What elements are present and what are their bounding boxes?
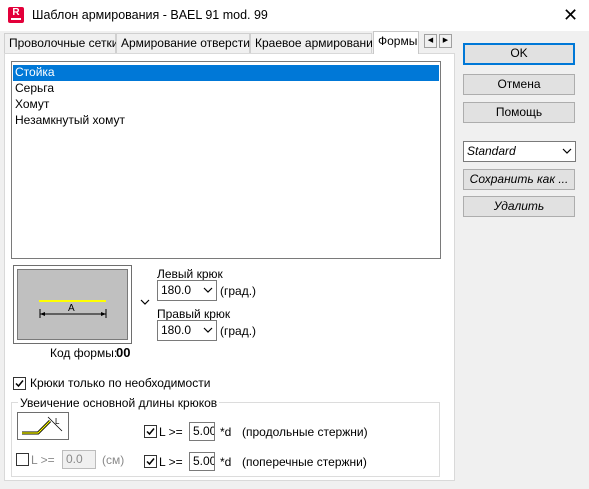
longitudinal-suffix: *d (220, 425, 232, 439)
hooks-only-if-needed-checkbox[interactable] (13, 377, 26, 390)
fixed-length-unit: (см) (102, 453, 125, 467)
close-icon[interactable]: ✕ (552, 0, 589, 31)
fixed-length-checkbox[interactable] (16, 453, 29, 466)
chevron-down-icon (203, 287, 213, 293)
tab-scroll-right-icon[interactable]: ▶ (439, 34, 452, 48)
template-select[interactable]: Standard (463, 141, 576, 162)
longitudinal-factor-input[interactable]: 5.00 (189, 422, 215, 441)
svg-text:L: L (55, 417, 60, 426)
hook-image: L (17, 412, 69, 440)
hooks-only-if-needed-label: Крюки только по необходимости (30, 376, 211, 390)
left-hook-select[interactable]: 180.0 (157, 280, 217, 301)
left-hook-unit: (град.) (220, 284, 257, 298)
chevron-down-icon[interactable] (140, 297, 150, 309)
save-as-button[interactable]: Сохранить как ... (463, 169, 575, 190)
left-hook-label: Левый крюк (157, 267, 223, 281)
transverse-factor-input[interactable]: 5.00 (189, 452, 215, 471)
right-hook-label: Правый крюк (157, 307, 231, 321)
shape-code-value: 00 (116, 345, 131, 360)
hook-extension-group-title: Увеичение основной длины крюков (18, 396, 220, 410)
chevron-down-icon (203, 327, 213, 333)
transverse-desc: (поперечные стержни) (242, 455, 367, 469)
longitudinal-desc: (продольные стержни) (242, 425, 368, 439)
delete-button[interactable]: Удалить (463, 196, 575, 217)
list-item[interactable]: Стойка (13, 65, 439, 81)
list-item[interactable]: Хомут (13, 97, 439, 113)
transverse-label: L >= (159, 455, 183, 469)
right-hook-select[interactable]: 180.0 (157, 320, 217, 341)
ok-button[interactable]: OK (463, 43, 575, 65)
tab-shapes[interactable]: Формы (373, 31, 419, 54)
shape-list[interactable]: Стойка Серьга Хомут Незамкнутый хомут (11, 61, 441, 259)
transverse-checkbox[interactable] (144, 455, 157, 468)
chevron-down-icon (562, 148, 572, 154)
longitudinal-checkbox[interactable] (144, 425, 157, 438)
app-icon: R (8, 7, 24, 23)
tab-edge-reinforcement[interactable]: Краевое армирование (250, 33, 380, 53)
fixed-length-input[interactable]: 0.0 (62, 450, 96, 469)
list-item[interactable]: Серьга (13, 81, 439, 97)
list-item[interactable]: Незамкнутый хомут (13, 113, 439, 129)
preview-dimension-label: A (68, 303, 75, 314)
tab-scroll-left-icon[interactable]: ◀ (424, 34, 437, 48)
fixed-length-label: L >= (31, 453, 55, 467)
tab-wire-mesh[interactable]: Проволочные сетки (4, 33, 118, 53)
cancel-button[interactable]: Отмена (463, 74, 575, 95)
window-title: Шаблон армирования - BAEL 91 mod. 99 (32, 8, 268, 22)
shape-preview-canvas: A (17, 269, 128, 340)
transverse-suffix: *d (220, 455, 232, 469)
longitudinal-label: L >= (159, 425, 183, 439)
tab-opening-reinforcement[interactable]: Армирование отверстий (116, 33, 257, 53)
shape-code-label: Код формы: (50, 346, 118, 360)
right-hook-unit: (град.) (220, 324, 257, 338)
help-button[interactable]: Помощь (463, 102, 575, 123)
